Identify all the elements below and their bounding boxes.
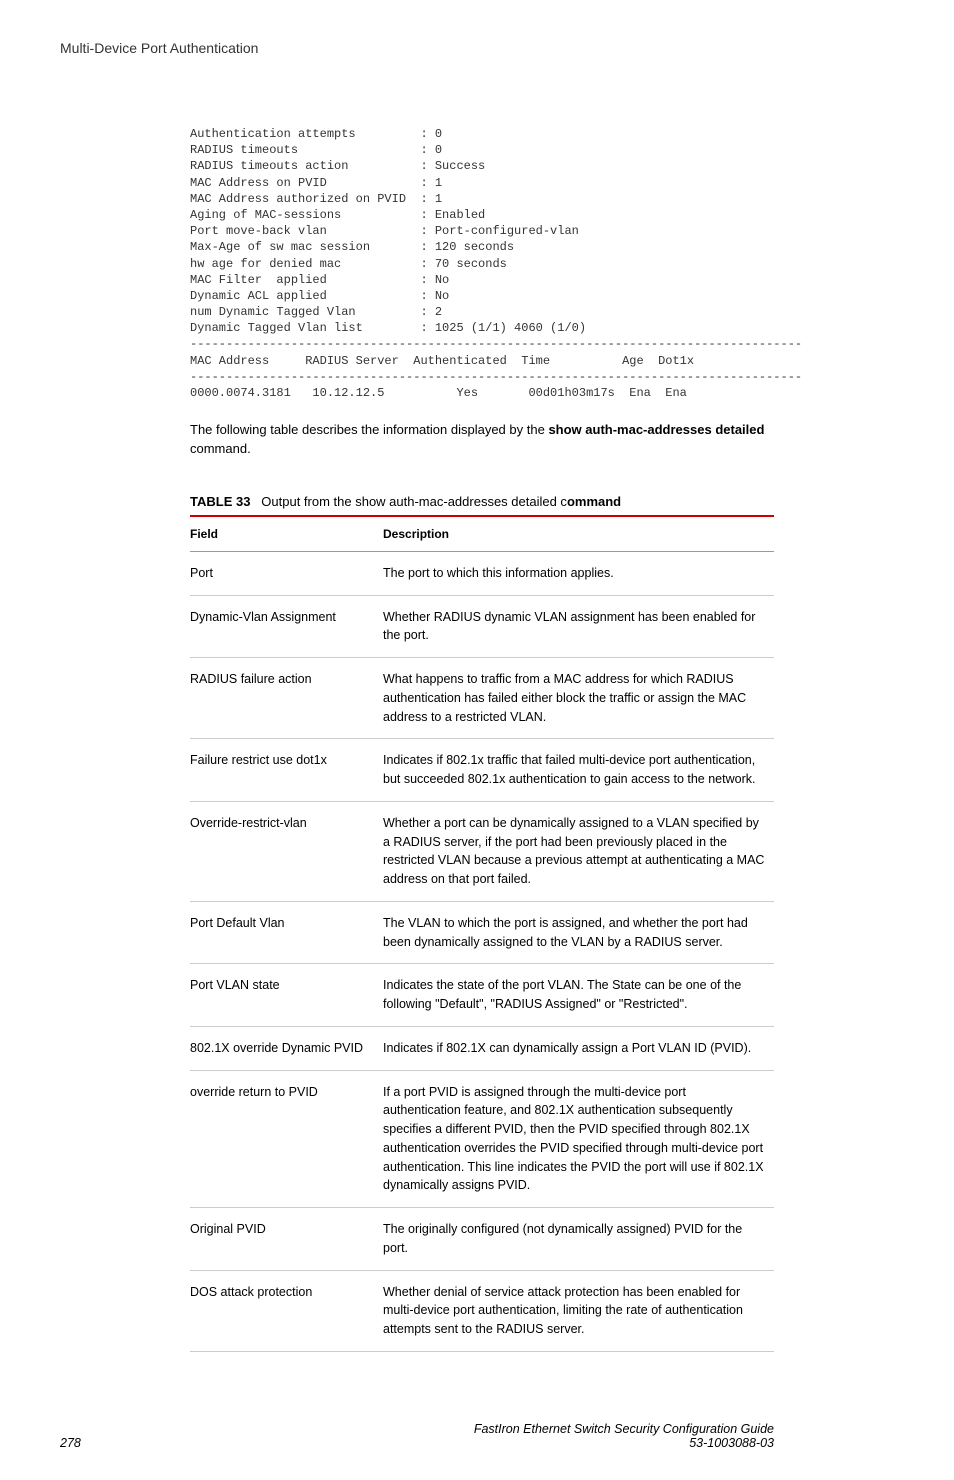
table-cell-field: Port [190,551,383,595]
table-cell-description: Indicates the state of the port VLAN. Th… [383,964,774,1027]
intro-paragraph: The following table describes the inform… [190,421,774,459]
table-cell-field: Port Default Vlan [190,901,383,964]
table-cell-field: Failure restrict use dot1x [190,739,383,802]
table-cell-description: The originally configured (not dynamical… [383,1208,774,1271]
table-row: 802.1X override Dynamic PVID Indicates i… [190,1026,774,1070]
table-cell-description: If a port PVID is assigned through the m… [383,1070,774,1208]
table-caption-text: Output from the show auth-mac-addresses … [261,494,567,509]
table-cell-field: 802.1X override Dynamic PVID [190,1026,383,1070]
doc-id: 53-1003088-03 [474,1436,774,1450]
table-cell-field: DOS attack protection [190,1270,383,1351]
table-cell-field: Port VLAN state [190,964,383,1027]
table-cell-description: The VLAN to which the port is assigned, … [383,901,774,964]
table-row: RADIUS failure action What happens to tr… [190,658,774,739]
table-row: Dynamic-Vlan Assignment Whether RADIUS d… [190,595,774,658]
table-cell-field: Dynamic-Vlan Assignment [190,595,383,658]
table-cell-field: RADIUS failure action [190,658,383,739]
page-footer: 278 FastIron Ethernet Switch Security Co… [60,1422,774,1450]
table-cell-description: Whether RADIUS dynamic VLAN assignment h… [383,595,774,658]
table-header-row: Field Description [190,516,774,552]
intro-prefix: The following table describes the inform… [190,422,548,437]
table-caption-label: TABLE 33 [190,494,250,509]
table-cell-field: Override-restrict-vlan [190,801,383,901]
table-row: override return to PVID If a port PVID i… [190,1070,774,1208]
table-cell-field: Original PVID [190,1208,383,1271]
doc-info: FastIron Ethernet Switch Security Config… [474,1422,774,1450]
doc-title: FastIron Ethernet Switch Security Config… [474,1422,774,1436]
table-cell-description: Indicates if 802.1X can dynamically assi… [383,1026,774,1070]
table-row: Override-restrict-vlan Whether a port ca… [190,801,774,901]
table-cell-field: override return to PVID [190,1070,383,1208]
table-cell-description: The port to which this information appli… [383,551,774,595]
intro-suffix: command. [190,441,251,456]
page-header: Multi-Device Port Authentication [60,40,774,56]
table-row: Port Default Vlan The VLAN to which the … [190,901,774,964]
cli-output-block: Authentication attempts : 0 RADIUS timeo… [190,126,774,401]
table-header-description: Description [383,516,774,552]
table-caption-bold: ommand [567,494,621,509]
table-row: Failure restrict use dot1x Indicates if … [190,739,774,802]
output-table: Field Description Port The port to which… [190,515,774,1352]
table-caption: TABLE 33 Output from the show auth-mac-a… [190,494,774,509]
table-body: Port The port to which this information … [190,551,774,1351]
table-cell-description: Whether a port can be dynamically assign… [383,801,774,901]
table-cell-description: What happens to traffic from a MAC addre… [383,658,774,739]
page-header-title: Multi-Device Port Authentication [60,40,258,56]
table-header-field: Field [190,516,383,552]
page-number: 278 [60,1436,81,1450]
table-row: Original PVID The originally configured … [190,1208,774,1271]
table-cell-description: Indicates if 802.1x traffic that failed … [383,739,774,802]
table-cell-description: Whether denial of service attack protect… [383,1270,774,1351]
table-row: Port VLAN state Indicates the state of t… [190,964,774,1027]
table-row: Port The port to which this information … [190,551,774,595]
table-row: DOS attack protection Whether denial of … [190,1270,774,1351]
intro-command-name: show auth-mac-addresses detailed [548,422,764,437]
